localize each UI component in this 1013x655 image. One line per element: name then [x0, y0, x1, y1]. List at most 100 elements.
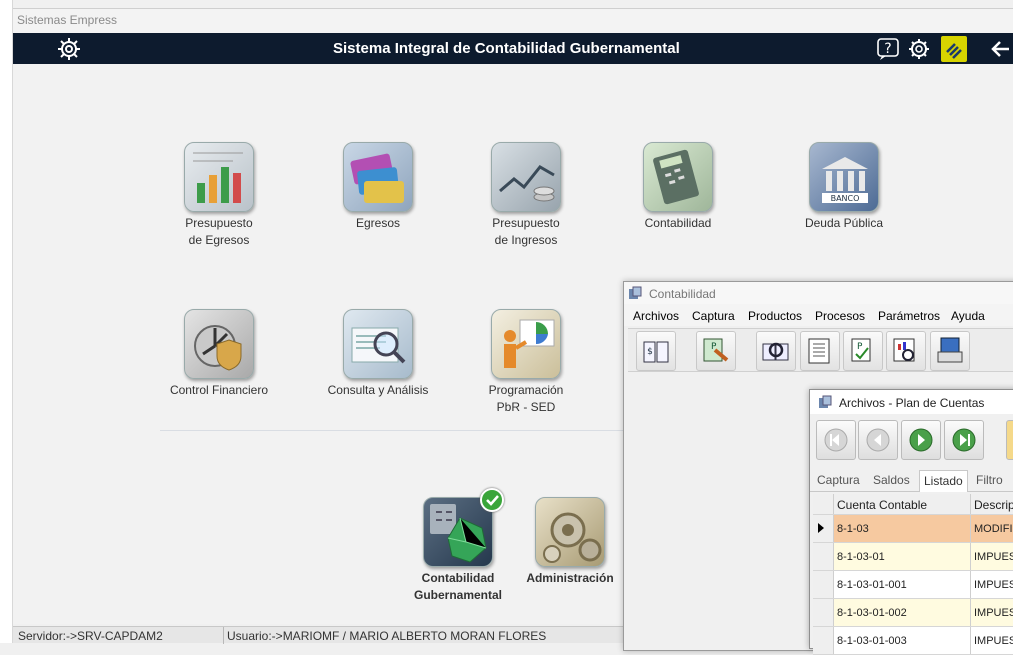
next-icon[interactable]: [901, 420, 941, 460]
table-row[interactable]: 8-1-03 MODIFIC: [813, 515, 1013, 543]
menu-procesos[interactable]: Procesos: [815, 309, 865, 323]
module-presupuesto-egresos[interactable]: Presupuesto de Egresos: [164, 142, 274, 246]
module-programacion-pbr[interactable]: Programación PbR - SED: [471, 309, 581, 413]
cards-icon: [343, 142, 413, 212]
tab-listado[interactable]: Listado: [919, 470, 968, 492]
module-label: Presupuesto: [492, 216, 560, 230]
svg-text:$: $: [647, 347, 653, 357]
settings-gear-icon[interactable]: [906, 36, 932, 62]
server-status: Servidor:->SRV-CAPDAM2: [18, 629, 163, 643]
module-consulta-analisis[interactable]: Consulta y Análisis: [323, 309, 433, 396]
row-indicator: [813, 571, 834, 598]
cell-descripcion[interactable]: IMPUEST: [971, 599, 1013, 626]
plan-tabs: Captura Saldos Listado Filtro: [810, 470, 1013, 492]
app-title: Sistema Integral de Contabilidad Guberna…: [333, 40, 680, 57]
row-indicator: [813, 543, 834, 570]
col-cuenta-contable[interactable]: Cuenta Contable: [834, 494, 971, 514]
module-control-financiero[interactable]: Control Financiero: [164, 309, 274, 396]
report-p-icon[interactable]: P: [843, 331, 883, 371]
first-icon[interactable]: [816, 420, 856, 460]
svg-text:BANCO: BANCO: [831, 194, 860, 203]
module-label: Administración: [526, 571, 614, 585]
module-label: Consulta y Análisis: [327, 383, 429, 397]
cell-descripcion[interactable]: MODIFIC: [971, 515, 1013, 542]
search-icon[interactable]: [1006, 420, 1013, 460]
contabilidad-titlebar: Contabilidad: [624, 282, 1013, 304]
back-arrow-icon[interactable]: [987, 36, 1013, 62]
help-icon[interactable]: ?: [875, 36, 901, 62]
menu-captura[interactable]: Captura: [692, 309, 735, 323]
module-label-2: PbR - SED: [496, 400, 556, 414]
svg-text:P: P: [857, 342, 863, 352]
last-icon[interactable]: [944, 420, 984, 460]
table-row[interactable]: 8-1-03-01-002 IMPUEST: [813, 599, 1013, 627]
app-header-bar: Sistema Integral de Contabilidad Guberna…: [13, 33, 1013, 64]
module-deuda-publica[interactable]: BANCO Deuda Pública: [789, 142, 899, 229]
cell-cuenta[interactable]: 8-1-03-01: [834, 543, 971, 570]
bank-icon: BANCO: [809, 142, 879, 212]
row-indicator: [813, 599, 834, 626]
module-egresos[interactable]: Egresos: [323, 142, 433, 229]
printer-icon[interactable]: [930, 331, 970, 371]
book-icon[interactable]: $: [636, 331, 676, 371]
prev-icon[interactable]: [858, 420, 898, 460]
module-label-2: de Egresos: [188, 233, 250, 247]
col-descripcion[interactable]: Descripc: [971, 494, 1013, 514]
coins-chart-icon: [491, 142, 561, 212]
vault-icon: [184, 309, 254, 379]
cell-cuenta[interactable]: 8-1-03-01-002: [834, 599, 971, 626]
cell-cuenta[interactable]: 8-1-03-01-003: [834, 627, 971, 654]
grid-header: Cuenta Contable Descripc: [813, 494, 1013, 515]
contabilidad-toolbar: $ P P: [628, 328, 1013, 372]
cell-descripcion[interactable]: IMPUEST: [971, 543, 1013, 570]
tab-saldos[interactable]: Saldos: [873, 473, 910, 487]
tab-captura[interactable]: Captura: [817, 473, 860, 487]
search-book-icon[interactable]: [756, 331, 796, 371]
capture-p-icon[interactable]: P: [696, 331, 736, 371]
module-presupuesto-ingresos[interactable]: Presupuesto de Ingresos: [471, 142, 581, 246]
contabilidad-title: Contabilidad: [649, 287, 716, 301]
tab-filtro[interactable]: Filtro: [976, 473, 1003, 487]
cell-cuenta[interactable]: 8-1-03: [834, 515, 971, 542]
module-label: Deuda Pública: [804, 216, 884, 230]
cell-cuenta[interactable]: 8-1-03-01-001: [834, 571, 971, 598]
plan-title: Archivos - Plan de Cuentas: [839, 396, 985, 410]
check-badge-icon: [480, 488, 504, 512]
budget-chart-icon: [184, 142, 254, 212]
section-divider: [160, 430, 630, 431]
svg-text:?: ?: [884, 41, 891, 57]
calculator-doc-icon[interactable]: [800, 331, 840, 371]
status-separator: [223, 627, 224, 644]
menu-ayuda[interactable]: Ayuda: [951, 309, 985, 323]
calculator-icon: [643, 142, 713, 212]
module-administracion[interactable]: Administración: [515, 497, 625, 584]
background-app-strip: [0, 0, 13, 643]
table-row[interactable]: 8-1-03-01 IMPUEST: [813, 543, 1013, 571]
cuentas-grid: Cuenta Contable Descripc 8-1-03 MODIFIC …: [813, 494, 1013, 655]
module-label: Contabilidad: [644, 216, 712, 230]
table-row[interactable]: 8-1-03-01-001 IMPUEST: [813, 571, 1013, 599]
tools-gear-icon[interactable]: [56, 36, 82, 62]
admin-gears-icon: [535, 497, 605, 567]
chart-search-icon[interactable]: [886, 331, 926, 371]
module-contabilidad[interactable]: Contabilidad: [623, 142, 733, 229]
magnifier-icon: [343, 309, 413, 379]
menu-productos[interactable]: Productos: [748, 309, 802, 323]
presentation-icon: [491, 309, 561, 379]
plan-cuentas-window: Archivos - Plan de Cuentas Captura Saldo…: [809, 389, 1013, 655]
table-row[interactable]: 8-1-03-01-003 IMPUEST: [813, 627, 1013, 655]
module-label: Programación: [488, 383, 564, 397]
module-contabilidad-gubernamental[interactable]: Contabilidad Gubernamental: [403, 488, 513, 602]
module-label-2: de Ingresos: [494, 233, 558, 247]
module-label-2: Gubernamental: [413, 588, 503, 602]
menu-archivos[interactable]: Archivos: [633, 309, 679, 323]
logo-icon[interactable]: [941, 36, 967, 62]
row-indicator: [813, 627, 834, 654]
module-label: Contabilidad: [421, 571, 495, 585]
window-titlebar: [13, 8, 1013, 33]
contabilidad-menubar: Archivos Captura Productos Procesos Pará…: [624, 304, 1013, 326]
menu-parametros[interactable]: Parámetros: [878, 309, 940, 323]
cell-descripcion[interactable]: IMPUEST: [971, 627, 1013, 654]
cell-descripcion[interactable]: IMPUEST: [971, 571, 1013, 598]
plan-titlebar: Archivos - Plan de Cuentas: [810, 390, 1013, 414]
